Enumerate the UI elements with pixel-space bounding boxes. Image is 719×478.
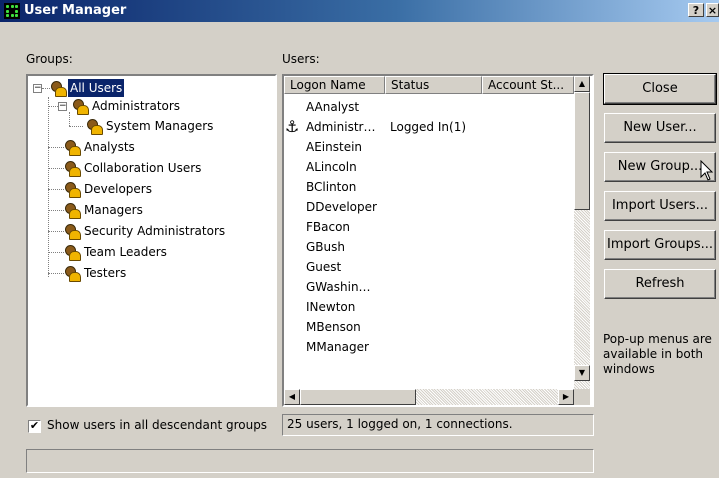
scroll-right-button[interactable]: ▶: [558, 389, 574, 405]
table-row[interactable]: INewton: [284, 297, 574, 317]
group-icon: [64, 160, 81, 177]
logon-name-cell: AEinstein: [306, 140, 363, 154]
table-row[interactable]: FBacon: [284, 217, 574, 237]
table-row[interactable]: MBenson: [284, 317, 574, 337]
help-text: Pop-up menus are available in both windo…: [603, 332, 712, 376]
refresh-button[interactable]: Refresh: [604, 269, 716, 299]
tree-label: Analysts: [84, 140, 135, 154]
logon-name-cell: ALincoln: [306, 160, 357, 174]
tree-label: All Users: [68, 79, 125, 97]
scroll-left-button[interactable]: ◀: [284, 389, 300, 405]
table-row[interactable]: DDeveloper: [284, 197, 574, 217]
group-icon: [86, 118, 103, 135]
tree-label: Team Leaders: [84, 245, 167, 259]
status-cell: Logged In(1): [390, 120, 467, 134]
new-user-button[interactable]: New User...: [604, 113, 716, 143]
table-row[interactable]: GBush: [284, 237, 574, 257]
import-users-button[interactable]: Import Users...: [604, 191, 716, 221]
expander-administrators[interactable]: −: [58, 102, 67, 111]
tree-label: System Managers: [106, 119, 214, 133]
column-header-status[interactable]: Status: [385, 76, 482, 94]
table-row[interactable]: Guest: [284, 257, 574, 277]
group-icon: [64, 202, 81, 219]
logon-name-cell: MManager: [306, 340, 369, 354]
table-row[interactable]: ALincoln: [284, 157, 574, 177]
show-descendants-label: Show users in all descendant groups: [47, 418, 268, 432]
show-descendants-checkbox[interactable]: ✔: [28, 420, 41, 433]
group-icon: [64, 265, 81, 282]
logon-name-cell: Guest: [306, 260, 342, 274]
import-groups-button[interactable]: Import Groups...: [604, 230, 716, 260]
group-icon: [50, 80, 67, 97]
tree-label: Security Administrators: [84, 224, 226, 238]
bottom-status-bar: [26, 449, 594, 473]
users-label: Users:: [282, 52, 320, 66]
mouse-cursor-icon: [700, 160, 714, 181]
logon-name-cell: GWashin…: [306, 280, 371, 294]
vertical-scroll-thumb[interactable]: [574, 92, 590, 210]
scroll-down-button[interactable]: ▼: [574, 365, 590, 381]
close-button[interactable]: Close: [603, 73, 717, 105]
users-list[interactable]: Logon Name Status Account St... AAnalyst…: [282, 74, 594, 407]
logon-name-cell: FBacon: [306, 220, 351, 234]
logon-name-cell: MBenson: [306, 320, 361, 334]
table-row[interactable]: BClinton: [284, 177, 574, 197]
tree-label: Collaboration Users: [84, 161, 202, 175]
table-row[interactable]: MManager: [284, 337, 574, 357]
tree-label: Testers: [84, 266, 127, 280]
tree-label: Managers: [84, 203, 143, 217]
horizontal-scroll-thumb[interactable]: [300, 389, 416, 405]
logon-name-cell: Administr…: [306, 120, 376, 134]
window-title: User Manager: [24, 3, 127, 18]
expander-all-users[interactable]: −: [33, 84, 42, 93]
table-row[interactable]: AAnalyst: [284, 97, 574, 117]
logon-name-cell: AAnalyst: [306, 100, 360, 114]
app-icon: [4, 3, 20, 19]
logon-name-cell: BClinton: [306, 180, 357, 194]
groups-tree[interactable]: − − All Users Administrators System Mana…: [26, 74, 277, 407]
help-button[interactable]: ?: [688, 3, 704, 17]
logon-name-cell: DDeveloper: [306, 200, 377, 214]
group-icon: [72, 98, 89, 115]
table-row[interactable]: AEinstein: [284, 137, 574, 157]
column-header-account-status[interactable]: Account St...: [482, 76, 574, 94]
close-window-button[interactable]: ×: [706, 3, 719, 17]
group-icon: [64, 139, 81, 156]
table-row[interactable]: ⚓ Administr… Logged In(1): [284, 117, 574, 137]
tree-label: Administrators: [92, 99, 181, 113]
groups-label: Groups:: [26, 52, 73, 66]
anchor-icon: ⚓: [285, 117, 300, 136]
scroll-up-button[interactable]: ▲: [574, 76, 590, 92]
table-row[interactable]: GWashin…: [284, 277, 574, 297]
logon-name-cell: INewton: [306, 300, 356, 314]
group-icon: [64, 181, 81, 198]
logon-name-cell: GBush: [306, 240, 345, 254]
tree-label: Developers: [84, 182, 152, 196]
group-icon: [64, 244, 81, 261]
group-icon: [64, 223, 81, 240]
column-header-logon-name[interactable]: Logon Name: [284, 76, 385, 94]
title-bar[interactable]: User Manager ? ×: [0, 0, 719, 22]
users-status: 25 users, 1 logged on, 1 connections.: [282, 414, 594, 436]
